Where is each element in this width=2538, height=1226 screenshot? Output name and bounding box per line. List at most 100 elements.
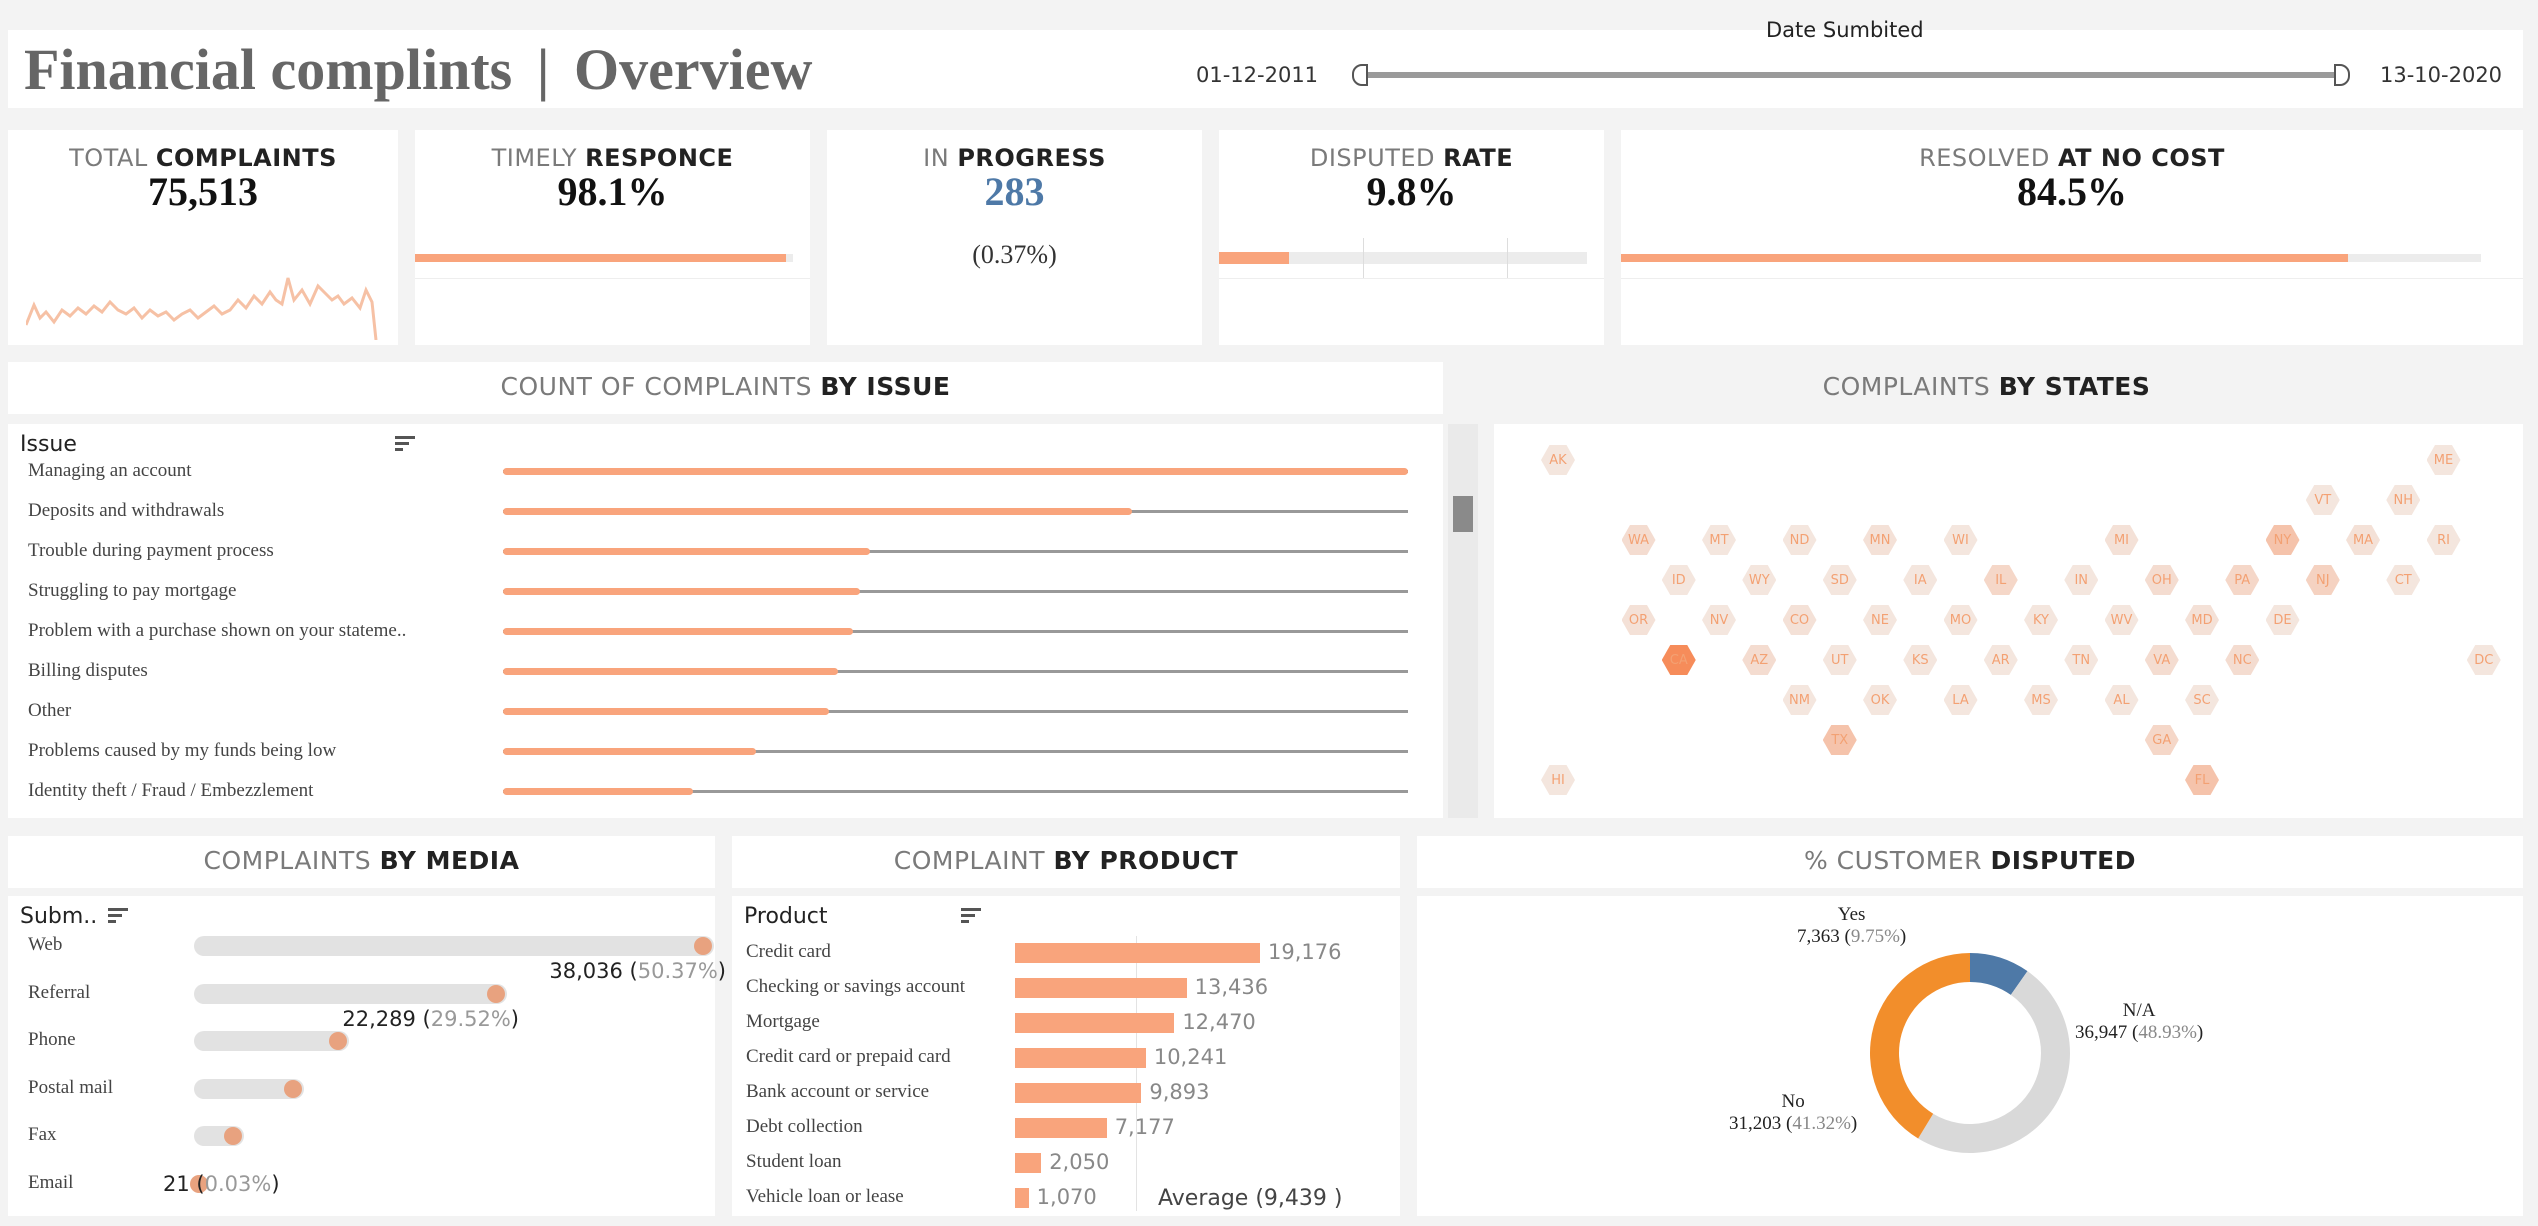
state-hex-mi[interactable]: MI — [2104, 525, 2139, 555]
scrollbar-thumb[interactable] — [1453, 496, 1473, 532]
state-hex-al[interactable]: AL — [2104, 685, 2139, 715]
state-hex-ak[interactable]: AK — [1541, 445, 1575, 475]
state-hex-mt[interactable]: MT — [1702, 525, 1736, 555]
product-bar[interactable] — [1015, 1048, 1146, 1068]
issue-bar-track[interactable] — [503, 788, 1408, 795]
media-dot[interactable] — [487, 984, 505, 1003]
state-hex-dc[interactable]: DC — [2466, 645, 2501, 675]
timely-bar-track — [415, 254, 793, 262]
state-hex-sd[interactable]: SD — [1822, 565, 1857, 595]
state-hex-az[interactable]: AZ — [1742, 645, 1777, 675]
issue-bar-track[interactable] — [503, 748, 1408, 755]
state-hex-ky[interactable]: KY — [2024, 605, 2058, 635]
issue-bar-track[interactable] — [503, 708, 1408, 715]
issue-bar[interactable] — [503, 508, 1132, 515]
state-hex-tn[interactable]: TN — [2064, 645, 2099, 675]
state-hex-nv[interactable]: NV — [1702, 605, 1736, 635]
state-hex-wi[interactable]: WI — [1943, 525, 1978, 555]
issue-bar[interactable] — [503, 708, 829, 715]
state-hex-sc[interactable]: SC — [2185, 685, 2219, 715]
product-bar[interactable] — [1015, 1083, 1142, 1103]
issue-bar[interactable] — [503, 628, 854, 635]
state-hex-vt[interactable]: VT — [2305, 485, 2340, 515]
state-hex-ut[interactable]: UT — [1822, 645, 1857, 675]
state-hex-id[interactable]: ID — [1661, 565, 1696, 595]
state-hex-ar[interactable]: AR — [1983, 645, 2018, 675]
state-hex-ny[interactable]: NY — [2265, 525, 2300, 555]
state-hex-fl[interactable]: FL — [2185, 765, 2219, 795]
state-hex-ri[interactable]: RI — [2426, 525, 2461, 555]
state-hex-mn[interactable]: MN — [1863, 525, 1897, 555]
issue-bar-track[interactable] — [503, 548, 1408, 555]
state-hex-ks[interactable]: KS — [1903, 645, 1938, 675]
issue-bar[interactable] — [503, 468, 1408, 475]
state-hex-ca[interactable]: CA — [1661, 645, 1696, 675]
media-bar[interactable] — [194, 1078, 304, 1099]
product-bar[interactable] — [1015, 943, 1260, 963]
media-bar[interactable] — [194, 1031, 349, 1051]
state-hex-ct[interactable]: CT — [2386, 565, 2421, 595]
media-bar[interactable] — [194, 936, 714, 956]
issue-bar-track[interactable] — [503, 508, 1408, 515]
product-bar[interactable] — [1015, 1153, 1042, 1173]
issue-bar[interactable] — [503, 748, 757, 755]
state-hex-hi[interactable]: HI — [1541, 765, 1575, 795]
sort-icon[interactable] — [108, 908, 130, 924]
state-hex-ma[interactable]: MA — [2346, 525, 2380, 555]
state-hex-md[interactable]: MD — [2185, 605, 2219, 635]
state-hex-me[interactable]: ME — [2426, 445, 2461, 475]
media-dot[interactable] — [284, 1079, 302, 1098]
state-hex-ia[interactable]: IA — [1903, 565, 1938, 595]
state-hex-co[interactable]: CO — [1782, 605, 1817, 635]
issue-bar[interactable] — [503, 668, 838, 675]
state-hex-wa[interactable]: WA — [1621, 525, 1656, 555]
state-hex-mo[interactable]: MO — [1943, 605, 1978, 635]
issue-bar-track[interactable] — [503, 668, 1408, 675]
donut-segment-no[interactable] — [1870, 953, 1970, 1139]
sort-icon[interactable] — [961, 908, 983, 924]
product-label: Student loan — [746, 1151, 842, 1172]
state-hex-nm[interactable]: NM — [1782, 685, 1817, 715]
sort-icon[interactable] — [395, 436, 417, 452]
state-hex-nj[interactable]: NJ — [2305, 565, 2340, 595]
state-hex-nh[interactable]: NH — [2386, 485, 2421, 515]
state-hex-tx[interactable]: TX — [1822, 725, 1857, 755]
state-hex-nd[interactable]: ND — [1782, 525, 1817, 555]
media-dot[interactable] — [694, 937, 712, 955]
issue-bar[interactable] — [503, 548, 870, 555]
state-hex-va[interactable]: VA — [2144, 645, 2179, 675]
product-bar[interactable] — [1015, 1013, 1175, 1033]
issue-bar[interactable] — [503, 588, 861, 595]
slider-end-handle[interactable] — [2334, 64, 2350, 86]
media-bar[interactable] — [194, 1126, 244, 1146]
average-label: Average (9,439 ) — [1158, 1186, 1343, 1211]
state-hex-il[interactable]: IL — [1983, 565, 2018, 595]
state-hex-de[interactable]: DE — [2265, 605, 2300, 635]
state-hex-wv[interactable]: WV — [2104, 605, 2139, 635]
slider-start-handle[interactable] — [1352, 64, 1368, 86]
media-bar[interactable] — [194, 983, 507, 1004]
state-hex-oh[interactable]: OH — [2144, 565, 2179, 595]
issues-scrollbar[interactable] — [1448, 424, 1478, 818]
date-range-slider[interactable] — [1352, 64, 2350, 86]
donut-segment-na[interactable] — [1918, 971, 2070, 1153]
state-hex-ga[interactable]: GA — [2144, 725, 2179, 755]
state-hex-in[interactable]: IN — [2064, 565, 2099, 595]
state-hex-ok[interactable]: OK — [1863, 685, 1897, 715]
state-hex-ms[interactable]: MS — [2024, 685, 2058, 715]
product-bar[interactable] — [1015, 1188, 1029, 1208]
product-bar[interactable] — [1015, 978, 1187, 998]
issue-bar[interactable] — [503, 788, 694, 795]
issue-bar-track[interactable] — [503, 468, 1408, 475]
state-hex-ne[interactable]: NE — [1863, 605, 1897, 635]
state-hex-or[interactable]: OR — [1621, 605, 1656, 635]
state-hex-wy[interactable]: WY — [1742, 565, 1777, 595]
state-hex-pa[interactable]: PA — [2225, 565, 2260, 595]
issue-bar-track[interactable] — [503, 588, 1408, 595]
state-hex-la[interactable]: LA — [1943, 685, 1978, 715]
product-bar[interactable] — [1015, 1118, 1107, 1138]
state-hex-nc[interactable]: NC — [2225, 645, 2260, 675]
issue-bar-track[interactable] — [503, 628, 1408, 635]
media-dot[interactable] — [224, 1127, 242, 1145]
media-dot[interactable] — [329, 1032, 347, 1050]
